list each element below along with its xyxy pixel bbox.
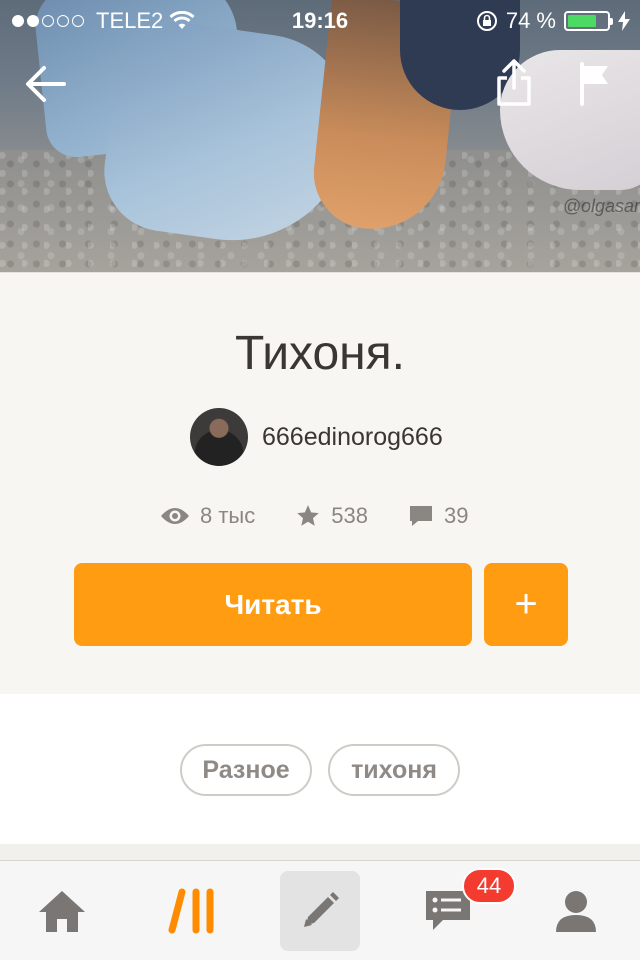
tag-chip[interactable]: тихоня bbox=[328, 744, 460, 796]
cover-watermark: @olgasar bbox=[562, 196, 640, 216]
eye-icon bbox=[161, 508, 189, 524]
views-stat: 8 тыс bbox=[160, 503, 255, 529]
home-icon bbox=[39, 891, 85, 932]
profile-icon bbox=[556, 891, 596, 932]
add-to-library-button[interactable]: + bbox=[484, 563, 568, 646]
charging-icon bbox=[618, 11, 630, 31]
arrow-left-icon bbox=[26, 66, 66, 102]
rotation-lock-icon bbox=[476, 11, 497, 31]
author-link[interactable]: 666edinorog666 bbox=[190, 408, 443, 466]
battery-icon bbox=[564, 11, 613, 31]
tab-bar bbox=[0, 860, 640, 960]
battery-percent: 74 % bbox=[505, 8, 556, 33]
avatar bbox=[190, 408, 248, 466]
tab-library[interactable] bbox=[152, 871, 232, 951]
votes-count: 538 bbox=[331, 503, 368, 528]
tab-write[interactable] bbox=[280, 871, 360, 951]
star-icon bbox=[297, 505, 320, 526]
views-count: 8 тыс bbox=[200, 503, 256, 528]
back-button[interactable] bbox=[24, 62, 68, 111]
status-bar: TELE2 19:16 74 % bbox=[0, 0, 640, 40]
author-name: 666edinorog666 bbox=[262, 422, 443, 451]
comment-icon bbox=[409, 506, 432, 526]
share-icon bbox=[497, 59, 531, 106]
tag-chip[interactable]: Разное bbox=[180, 744, 312, 796]
flag-icon bbox=[580, 62, 608, 106]
votes-stat: 538 bbox=[295, 503, 368, 529]
library-icon bbox=[168, 888, 214, 934]
comments-count: 39 bbox=[443, 503, 469, 528]
share-button[interactable] bbox=[494, 58, 534, 113]
tab-home[interactable] bbox=[22, 871, 102, 951]
tab-profile[interactable] bbox=[536, 871, 616, 951]
story-stats: 8 тыс 538 39 bbox=[160, 500, 508, 532]
read-button[interactable]: Читать bbox=[74, 563, 472, 646]
cover-image: @olgasar bbox=[0, 0, 640, 272]
story-title: Тихоня. bbox=[234, 327, 405, 380]
messages-badge: 44 bbox=[462, 868, 516, 904]
comments-stat: 39 bbox=[408, 503, 468, 529]
pencil-icon bbox=[304, 892, 339, 927]
report-button[interactable] bbox=[578, 62, 612, 111]
tags-section: Разное тихоня bbox=[0, 694, 640, 844]
